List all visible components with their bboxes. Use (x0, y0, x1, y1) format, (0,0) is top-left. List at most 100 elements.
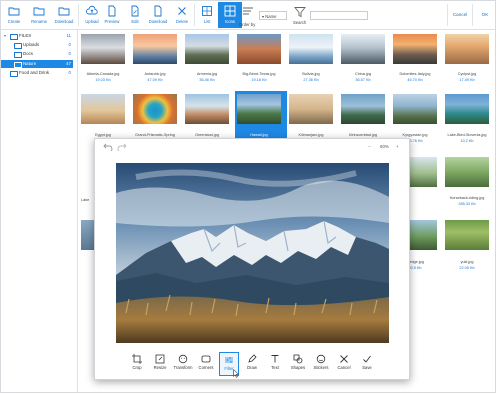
rename-button[interactable]: Rename (27, 2, 51, 28)
stickers-tool[interactable]: Stickers (311, 352, 331, 376)
text-icon (271, 355, 279, 363)
folder-icon (33, 7, 45, 16)
undo-icon[interactable] (103, 143, 113, 151)
file-name: yuki.jpg (460, 260, 474, 264)
folder-icon (10, 71, 18, 77)
file-thumbnail[interactable] (133, 34, 177, 64)
file-size: 10.2 Kb (460, 139, 474, 143)
order-by-select[interactable]: ▾ Name (259, 11, 287, 20)
file-size: 27.36 Kb (303, 78, 319, 82)
file-name: Lake-Bled-Slovenia.jpg (447, 133, 487, 137)
tree-item-uploads[interactable]: Uploads 0 (1, 41, 73, 49)
filter-sliders-icon (225, 357, 233, 363)
redo-icon[interactable] (117, 143, 127, 151)
file-size: 19.03 Kb (95, 78, 111, 82)
file-size: 19.18 Kb (251, 78, 267, 82)
folder-icon (14, 52, 22, 58)
zoom-level: 60% (380, 144, 389, 149)
zoom-in-button[interactable]: + (396, 144, 399, 149)
file-thumbnail[interactable] (81, 34, 125, 64)
file-thumbnail[interactable] (445, 94, 489, 124)
mouse-cursor-icon (233, 369, 239, 378)
crop-tool[interactable]: Crop (127, 352, 147, 376)
tree-item-nature[interactable]: Nature 47 (1, 60, 73, 68)
order-by-control[interactable]: Order by (239, 3, 257, 27)
folder-icon (8, 7, 20, 16)
search-input[interactable] (310, 11, 368, 20)
folder-icon (10, 34, 18, 40)
file-name: Kyrgyzstan.jpg (402, 133, 428, 137)
tree-item-food-and-drink[interactable]: Food and Drink 0 (1, 69, 73, 77)
file-thumbnail[interactable] (289, 34, 333, 64)
file-name: Alberta-Canada.jpg (86, 72, 120, 76)
file-name: Armenia.jpg (196, 72, 218, 76)
toolbar-divider (78, 4, 79, 26)
crop-icon (132, 354, 142, 364)
file-thumbnail[interactable] (393, 94, 437, 124)
file-thumbnail[interactable] (289, 94, 333, 124)
download-folder-button[interactable]: Download (52, 2, 76, 28)
file-size: 36.46 Kb (199, 78, 215, 82)
sticker-smiley-icon (316, 354, 326, 364)
grid-icon (224, 5, 236, 17)
file-size: 17.49 Kb (459, 78, 475, 82)
create-button[interactable]: Create (2, 2, 26, 28)
folder-icon (58, 7, 70, 16)
cancel-button[interactable]: Cancel (448, 1, 472, 28)
file-thumbnail[interactable] (341, 34, 385, 64)
draw-tool[interactable]: Draw (242, 352, 262, 376)
checkmark-icon (363, 355, 371, 363)
tree-root[interactable]: ▾ FILES 11 (1, 32, 73, 40)
corners-icon (201, 355, 211, 363)
file-name: Bolivia.jpg (302, 72, 320, 76)
search-control[interactable]: Search (293, 4, 307, 26)
file-thumbnail[interactable] (81, 94, 125, 124)
file-name: Horseback-riding.jpg (449, 196, 485, 200)
sort-icon (243, 7, 253, 15)
file-thumbnail[interactable] (445, 34, 489, 64)
list-icon (202, 6, 212, 16)
corners-tool[interactable]: Corners (196, 352, 216, 376)
file-name: China.jpg (354, 72, 372, 76)
file-name: Kilimanjaro.jpg (298, 133, 324, 137)
transform-tool[interactable]: Transform (173, 352, 193, 376)
file-name: Big-Bend-Texas.jpg (242, 72, 276, 76)
editor-canvas-image[interactable] (116, 163, 389, 343)
file-name: Greenland.jpg (195, 133, 219, 137)
file-thumbnail[interactable] (237, 94, 281, 124)
file-name: Kirinscerblad.jpg (348, 133, 378, 137)
zoom-out-button[interactable]: − (368, 144, 371, 149)
folder-icon (14, 43, 22, 49)
folder-icon (14, 62, 22, 68)
close-icon (178, 7, 186, 15)
preview-button[interactable]: Preview (100, 2, 124, 28)
file-thumbnail[interactable] (393, 34, 437, 64)
filter-icon (294, 7, 306, 18)
edit-button[interactable]: Edit (123, 2, 147, 28)
list-view-button[interactable]: List (195, 2, 219, 28)
file-thumbnail[interactable] (341, 94, 385, 124)
text-tool[interactable]: Text (265, 352, 285, 376)
file-name: Hawaii.jpg (250, 133, 268, 137)
file-thumbnail[interactable] (237, 34, 281, 64)
file-name: Antarctic.jpg (144, 72, 166, 76)
cancel-tool[interactable]: Cancel (334, 352, 354, 376)
delete-button[interactable]: Delete (170, 2, 194, 28)
ok-button[interactable]: OK (473, 1, 497, 28)
file-thumbnail[interactable] (185, 34, 229, 64)
file-size: 22.05 Kb (459, 266, 475, 270)
tree-item-docs[interactable]: Docs 0 (1, 50, 73, 58)
file-thumbnail[interactable] (133, 94, 177, 124)
shapes-tool[interactable]: Shapes (288, 352, 308, 376)
file-thumbnail[interactable] (445, 157, 489, 187)
resize-icon (155, 354, 165, 364)
file-thumbnail[interactable] (81, 220, 95, 250)
resize-tool[interactable]: Resize (150, 352, 170, 376)
save-tool[interactable]: Save (357, 352, 377, 376)
file-thumbnail[interactable] (185, 94, 229, 124)
chevron-down-icon: ▾ (4, 33, 7, 38)
download-button[interactable]: Download (146, 2, 170, 28)
transform-icon (178, 354, 188, 364)
folder-tree: ▾ FILES 11 Uploads 0 Docs 0 Nature 47 Fo… (1, 30, 78, 392)
file-thumbnail[interactable] (445, 220, 489, 250)
